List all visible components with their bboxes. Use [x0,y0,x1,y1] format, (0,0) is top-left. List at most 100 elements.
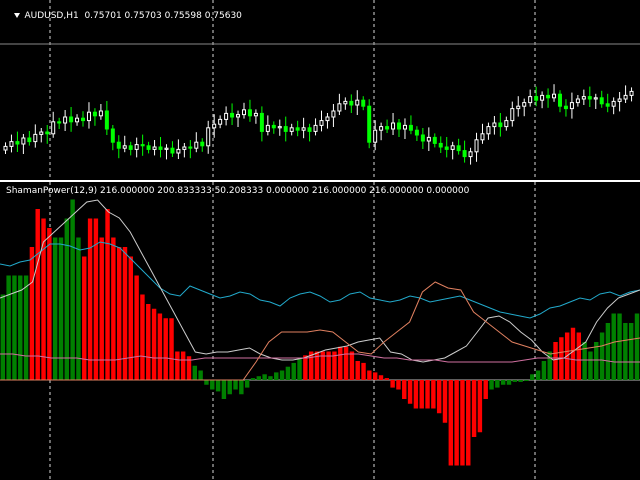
histogram-bar [204,380,209,385]
indicator-pane[interactable] [0,182,640,480]
histogram-bar [303,355,308,380]
histogram-bar [506,380,512,385]
histogram-bar [576,332,582,380]
candle-body [629,90,634,96]
candle-body [176,148,181,154]
triangle-down-icon[interactable] [14,13,21,18]
histogram-bar [477,380,483,433]
histogram-bar [355,361,360,380]
candle-body [510,108,515,122]
candle-body [546,94,551,99]
candle-body [516,105,521,110]
histogram-bar [233,380,238,390]
histogram-bar [524,380,529,381]
candle-body [408,124,413,131]
candle-body [599,97,604,105]
candle-body [57,121,62,124]
candle-body [575,98,580,104]
candle-body [367,105,372,143]
histogram-bar [599,332,605,380]
candle-body [498,122,503,128]
candle-body [247,109,252,117]
candle-body [438,142,443,148]
candle-body [164,147,169,150]
candle-body [170,147,175,154]
candle-body [557,93,562,107]
candle-body [271,124,276,129]
histogram-bar [244,380,250,388]
candle-body [617,98,622,102]
candle-body [325,116,330,122]
candle-body [104,110,109,130]
candle-body [581,96,586,100]
histogram-bar [343,346,349,380]
histogram-bar [448,380,454,466]
histogram-bar [111,237,116,380]
indicator-chart[interactable] [0,182,640,480]
candle-body [236,114,241,118]
candle-body [414,129,419,136]
candle-body [98,110,103,117]
histogram-bar [134,275,139,380]
candle-body [474,139,479,153]
candle-body [182,146,187,150]
histogram-bar [23,275,29,380]
histogram-bar [390,380,395,388]
candle-body [33,133,38,143]
candle-body [289,127,294,132]
candle-body [420,134,425,142]
candle-body [450,145,455,150]
indicator-label: ShamanPower(12,9) 216.000000 200.833333 … [6,186,470,196]
candle-body [283,126,288,132]
histogram-bar [291,362,296,380]
candle-body [200,141,205,147]
histogram-bar [605,323,611,380]
histogram-bar [460,380,465,466]
chart-window[interactable]: AUDUSD,H1 0.75701 0.75703 0.75598 0.7563… [0,0,640,480]
histogram-bar [425,380,430,409]
histogram-bar [169,318,174,380]
candle-body [194,141,199,149]
histogram-bar [70,199,75,380]
histogram-bar [250,378,256,380]
candle-body [331,110,336,118]
candle-body [301,127,306,131]
candle-body [224,112,229,120]
histogram-bar [413,380,419,409]
histogram-bar [402,380,407,399]
histogram-bar [105,209,110,380]
histogram-bar [210,380,215,390]
histogram-bar [221,380,227,399]
histogram-bar [285,366,291,380]
candle-body [540,94,545,101]
histogram-bar [361,362,366,380]
histogram-bar [419,380,424,409]
histogram-bar [215,380,221,392]
histogram-bar [198,370,203,380]
candle-body [569,102,574,110]
candle-body [611,100,616,107]
histogram-bar [553,342,558,380]
candle-body [206,127,211,147]
histogram-bar [628,323,634,380]
histogram-bar [297,359,302,380]
candle-body [230,112,235,118]
histogram-bar [0,294,6,380]
candle-body [134,144,139,150]
candle-body [212,123,217,129]
histogram-bar [634,313,640,380]
histogram-bar [82,256,87,380]
histogram-bar [483,380,488,399]
histogram-bar [588,351,593,380]
candle-body [444,146,449,150]
candle-body [307,127,312,132]
histogram-bar [512,380,518,382]
candle-body [63,116,68,124]
histogram-bar [436,380,442,414]
candle-body [146,145,151,150]
histogram-bar [500,380,506,385]
candle-body [15,141,20,145]
candle-body [534,96,539,101]
candle-body [241,109,246,116]
histogram-bar [227,380,232,395]
